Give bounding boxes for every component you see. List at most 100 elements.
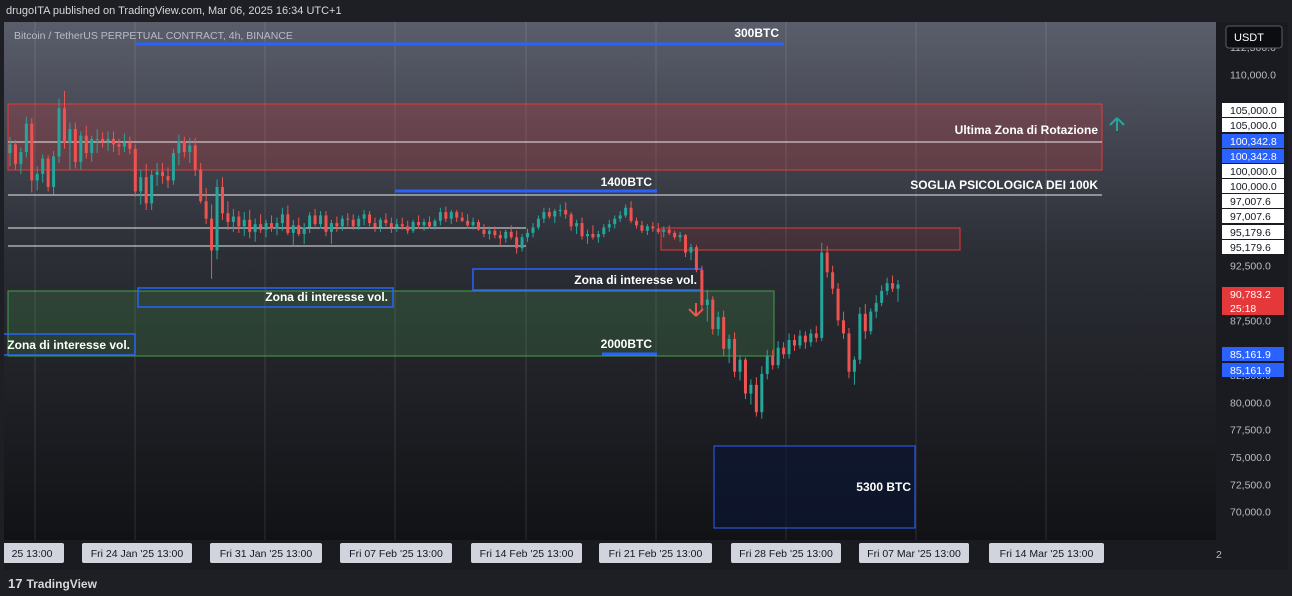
candle-body: [357, 218, 361, 227]
candle-body: [694, 247, 698, 271]
x-tick-label: Fri 28 Feb '25 13:00: [739, 548, 833, 560]
candle-body: [471, 221, 475, 226]
candle-body: [79, 135, 83, 162]
candle-body: [542, 212, 546, 219]
candle-body: [204, 201, 208, 219]
candle-body: [645, 226, 649, 231]
candle-body: [199, 169, 203, 202]
candle-body: [466, 220, 470, 226]
candle-body: [782, 347, 786, 355]
candle-body: [84, 135, 88, 154]
candle-body: [487, 230, 491, 235]
candle-body: [580, 223, 584, 237]
tradingview-logo[interactable]: 17 TradingView: [8, 576, 97, 591]
candle-body: [460, 217, 464, 221]
candle-body: [760, 373, 764, 413]
x-axis-right-label: 2: [1216, 549, 1222, 561]
candle-body: [509, 231, 513, 238]
annotation-vol-zone-2: Zona di interesse vol.: [574, 273, 697, 287]
chart-svg[interactable]: Bitcoin / TetherUS PERPETUAL CONTRACT, 4…: [4, 22, 1288, 570]
candle-body: [13, 144, 17, 165]
candle-body: [880, 290, 884, 303]
candle-body: [231, 216, 235, 222]
currency-label: USDT: [1234, 32, 1264, 44]
price-tag-label: 85,161.9: [1230, 365, 1271, 377]
candle-body: [8, 144, 12, 154]
x-tick-label: Fri 14 Mar '25 13:00: [1000, 548, 1094, 560]
price-tag-label: 100,000.0: [1230, 166, 1277, 178]
annotation-2000btc: 2000BTC: [601, 337, 653, 351]
candle-body: [629, 207, 633, 221]
time-axis[interactable]: 25 13:00 Fri 24 Jan '25 13:00 Fri 31 Jan '…: [4, 543, 1222, 563]
candle-body: [449, 212, 453, 219]
annotation-300btc: 300BTC: [734, 26, 779, 40]
candle-body: [73, 129, 77, 162]
candle-body: [182, 141, 186, 153]
y-tick-label: 87,500.0: [1230, 315, 1271, 327]
candle-body: [444, 212, 448, 219]
candle-body: [57, 108, 61, 157]
candle-body: [329, 223, 333, 232]
candle-body: [678, 235, 682, 238]
candle-body: [716, 317, 720, 330]
candle-body: [291, 225, 295, 233]
candle-body: [188, 145, 192, 153]
candle-body: [689, 247, 693, 253]
candle-body: [863, 313, 867, 332]
price-tag-label: 100,000.0: [1230, 181, 1277, 193]
candle-body: [733, 338, 737, 372]
candle-body: [373, 223, 377, 228]
candle-body: [340, 218, 344, 227]
candle-body: [122, 142, 126, 147]
candle-body: [150, 174, 154, 204]
price-tag-label: 105,000.0: [1230, 105, 1277, 117]
candle-body: [820, 252, 824, 338]
candle-body: [210, 218, 214, 251]
currency-button[interactable]: USDT: [1225, 25, 1283, 49]
candle-body: [477, 221, 481, 230]
candle-body: [498, 235, 502, 239]
candle-body: [19, 152, 23, 165]
y-tick-label: 80,000.0: [1230, 397, 1271, 409]
candle-body: [852, 359, 856, 372]
chart-frame[interactable]: Bitcoin / TetherUS PERPETUAL CONTRACT, 4…: [4, 22, 1288, 570]
candle-body: [504, 231, 508, 239]
candle-body: [711, 299, 715, 330]
candle-body: [874, 302, 878, 312]
candle-body: [389, 223, 393, 228]
x-tick-label: Fri 31 Jan '25 13:00: [220, 548, 313, 560]
candle-body: [253, 224, 257, 232]
candle-body: [754, 384, 758, 413]
candle-body: [662, 229, 666, 232]
candle-body: [869, 311, 873, 332]
candle-body: [264, 223, 268, 230]
candle-body: [438, 212, 442, 221]
candle-body: [95, 138, 99, 140]
candle-body: [814, 333, 818, 338]
candle-body: [406, 226, 410, 231]
candle-body: [803, 335, 807, 343]
candle-body: [558, 209, 562, 212]
candle-body: [885, 283, 889, 291]
candle-body: [155, 171, 159, 175]
candle-body: [836, 288, 840, 321]
candle-body: [738, 359, 742, 372]
candle-body: [161, 171, 165, 177]
candle-body: [493, 230, 497, 236]
candle-body: [90, 138, 94, 154]
candle-body: [302, 227, 306, 235]
price-tag-label: 95,179.6: [1230, 242, 1271, 254]
candle-body: [765, 356, 769, 374]
candle-body: [319, 215, 323, 225]
candle-body: [324, 215, 328, 232]
x-tick-label: Fri 21 Feb '25 13:00: [609, 548, 703, 560]
price-tag-label: 97,007.6: [1230, 211, 1271, 223]
candle-body: [193, 145, 197, 170]
candle-body: [106, 138, 110, 142]
candle-body: [700, 270, 704, 306]
annotation-1400btc: 1400BTC: [601, 175, 653, 189]
candle-body: [722, 317, 726, 349]
candle-body: [433, 220, 437, 227]
candle-body: [395, 224, 399, 228]
x-tick-label: Fri 14 Feb '25 13:00: [480, 548, 574, 560]
